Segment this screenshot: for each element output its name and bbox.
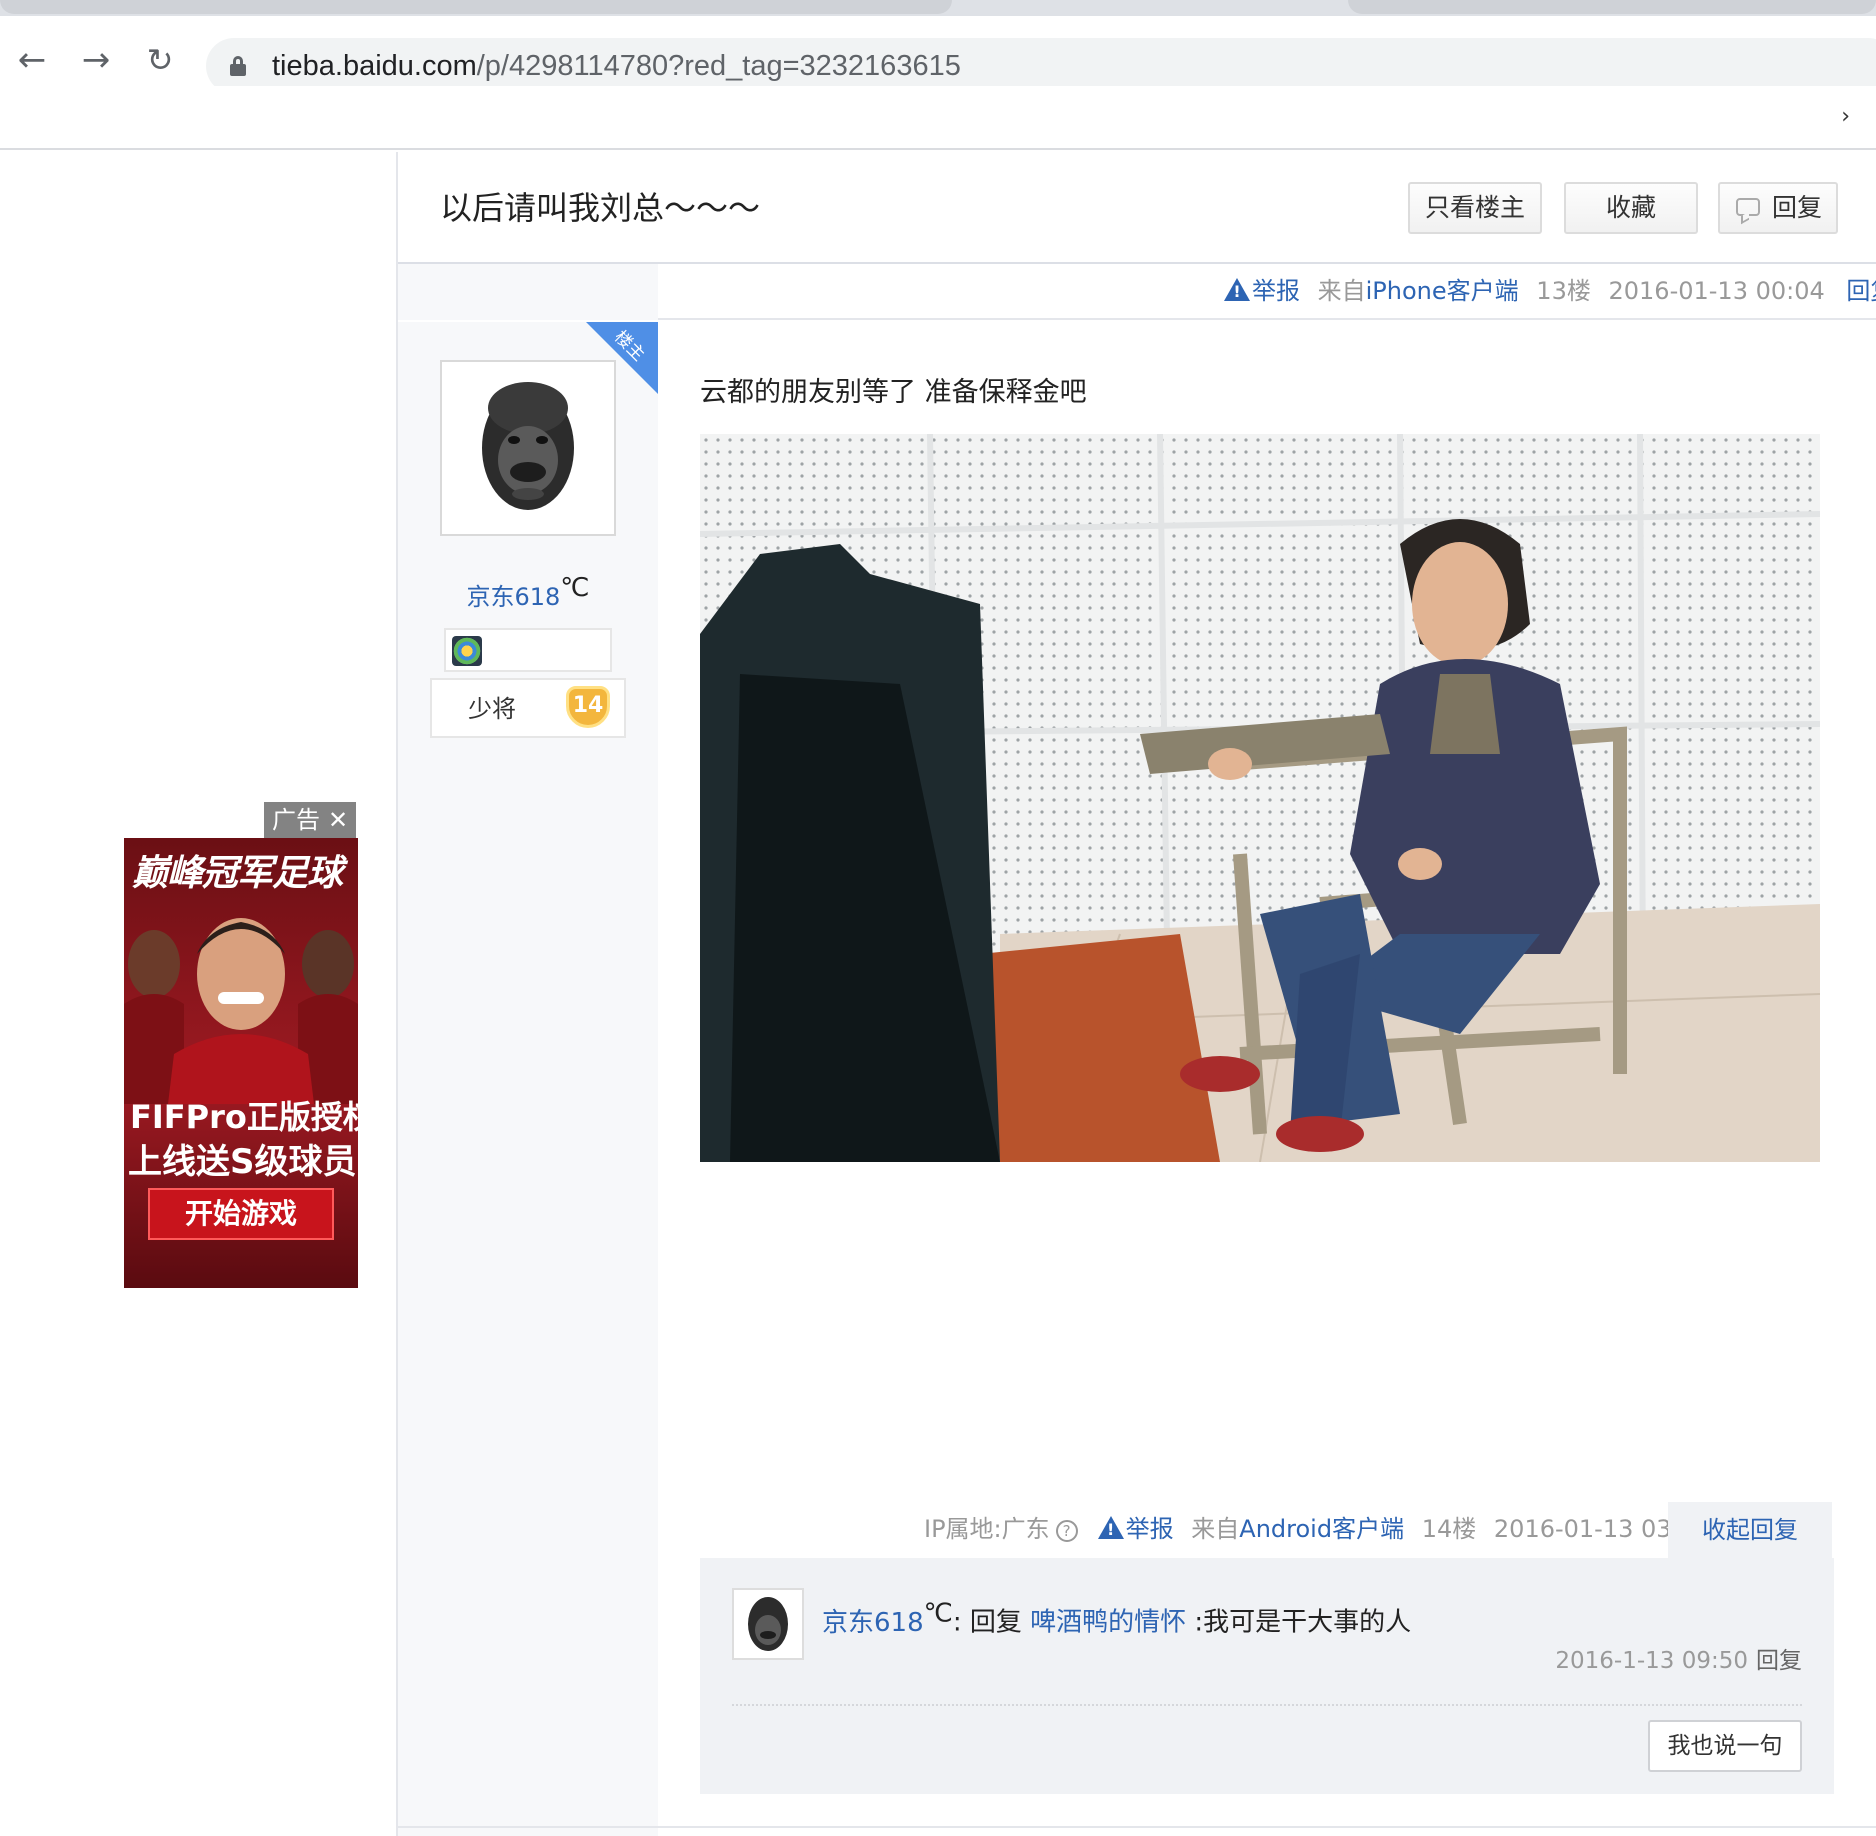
back-arrow-icon[interactable]: ← — [12, 40, 52, 80]
source-client-link[interactable]: Android客户端 — [1239, 1515, 1404, 1543]
reply-connector: : 回复 — [952, 1607, 1031, 1638]
ad-start-game-button[interactable]: 开始游戏 — [148, 1188, 334, 1240]
previous-post-meta: 举报 来自iPhone客户端 13楼 2016-01-13 00:04 回复 — [1224, 276, 1876, 306]
divider — [398, 1826, 1876, 1828]
warning-icon — [1097, 1516, 1124, 1540]
reply-item: 京东618℃: 回复 啤酒鸭的情怀 :我可是干大事的人 — [822, 1596, 1411, 1640]
gorilla-avatar-image — [734, 1590, 802, 1658]
ad-banner[interactable]: 巅峰冠军足球 FIFPro正版授权 上线送S级球员 开始游戏 — [124, 838, 358, 1288]
lock-icon[interactable] — [230, 56, 246, 76]
badge-icon[interactable] — [452, 636, 482, 666]
level-title: 少将 — [468, 695, 516, 723]
floor-number: 13楼 — [1536, 277, 1591, 305]
thread-header: 以后请叫我刘总～～～ 只看楼主 收藏 回复 — [398, 152, 1876, 264]
reply-meta: 2016-1-13 09:50 回复 — [1555, 1646, 1802, 1676]
tab-strip — [0, 0, 1876, 16]
url-path: /p/4298114780?red_tag=3232163615 — [476, 50, 961, 82]
only-op-button[interactable]: 只看楼主 — [1408, 182, 1542, 234]
reply-user-suffix: ℃ — [923, 1598, 953, 1628]
post-meta: IP属地:广东?举报 来自Android客户端 14楼 2016-01-13 0… — [924, 1514, 1710, 1544]
author-name[interactable]: 京东618℃ — [398, 572, 658, 613]
url-domain: tieba.baidu.com — [272, 50, 477, 82]
ad-label-text: 广告 — [272, 806, 320, 834]
ip-location: IP属地:广东 — [924, 1515, 1050, 1543]
reply-content: :我可是干大事的人 — [1186, 1607, 1412, 1638]
ad-subtitle-1: FIFPro正版授权 — [130, 1098, 358, 1136]
url-text[interactable]: tieba.baidu.com/p/4298114780?red_tag=323… — [272, 50, 961, 82]
source-prefix: 来自 — [1317, 277, 1366, 305]
reply-user-link[interactable]: 京东618℃ — [822, 1598, 953, 1638]
avatar[interactable] — [440, 360, 616, 536]
gorilla-avatar-image — [448, 368, 608, 528]
interrogation-room-photo — [700, 434, 1820, 1162]
warning-icon — [1224, 278, 1250, 302]
report-link[interactable]: 举报 — [1224, 277, 1300, 305]
close-icon[interactable]: ✕ — [324, 806, 352, 834]
reply-to-reply-link[interactable]: 回复 — [1756, 1648, 1802, 1674]
thread-main: 以后请叫我刘总～～～ 只看楼主 收藏 回复 举报 来自iPhone客户端 13楼… — [396, 152, 1876, 1836]
add-comment-button[interactable]: 我也说一句 — [1648, 1720, 1802, 1772]
report-label: 举报 — [1252, 277, 1300, 305]
report-link[interactable]: 举报 — [1097, 1515, 1174, 1543]
reply-button[interactable]: 回复 — [1718, 182, 1838, 234]
bookmarks-bar: › — [0, 86, 1876, 150]
report-label: 举报 — [1125, 1515, 1174, 1543]
browser-toolbar: ← → ↻ tieba.baidu.com/p/4298114780?red_t… — [0, 16, 1876, 94]
source-prefix: 来自 — [1191, 1515, 1240, 1543]
thread-title: 以后请叫我刘总～～～ — [440, 189, 761, 227]
reply-box: 京东618℃: 回复 啤酒鸭的情怀 :我可是干大事的人 2016-1-13 09… — [700, 1558, 1834, 1794]
reply-link[interactable]: 回复 — [1846, 277, 1876, 305]
ad-players-image — [124, 918, 358, 1104]
reply-time: 2016-1-13 09:50 — [1555, 1648, 1748, 1674]
post-time: 2016-01-13 00:04 — [1608, 277, 1825, 305]
divider — [732, 1704, 1802, 1706]
reply-user-name: 京东618 — [822, 1607, 924, 1638]
forward-arrow-icon[interactable]: → — [76, 40, 116, 80]
chevron-right-icon[interactable]: › — [1841, 104, 1850, 129]
help-icon[interactable]: ? — [1055, 1520, 1078, 1542]
level-badge: 14 — [566, 686, 610, 728]
ad-subtitle-2: 上线送S级球员 — [128, 1142, 357, 1182]
author-name-suffix: ℃ — [560, 573, 590, 603]
browser-tab[interactable] — [0, 0, 952, 14]
source-client-link[interactable]: iPhone客户端 — [1366, 277, 1519, 305]
author-name-text: 京东618 — [466, 583, 561, 611]
level-box[interactable]: 少将 14 — [430, 678, 626, 738]
author-column: 楼主 京东618℃ 少将 14 — [398, 322, 658, 1836]
previous-post-author-column — [398, 264, 658, 320]
post-photo[interactable] — [700, 434, 1820, 1162]
comment-bubble-icon — [1736, 198, 1760, 216]
reply-button-label: 回复 — [1771, 193, 1822, 222]
favorite-button[interactable]: 收藏 — [1564, 182, 1698, 234]
floor-number: 14楼 — [1421, 1515, 1477, 1543]
ad-label: 广告 ✕ — [264, 802, 356, 838]
post-text: 云都的朋友别等了 准备保释金吧 — [700, 377, 1087, 408]
browser-tab[interactable] — [1348, 0, 1876, 14]
reload-icon[interactable]: ↻ — [140, 40, 180, 80]
reply-target-link[interactable]: 啤酒鸭的情怀 — [1030, 1608, 1186, 1638]
badge-row — [444, 628, 612, 672]
reply-avatar[interactable] — [732, 1588, 804, 1660]
previous-post-tail: 举报 来自iPhone客户端 13楼 2016-01-13 00:04 回复 — [398, 264, 1876, 320]
collapse-replies-button[interactable]: 收起回复 — [1668, 1502, 1832, 1558]
